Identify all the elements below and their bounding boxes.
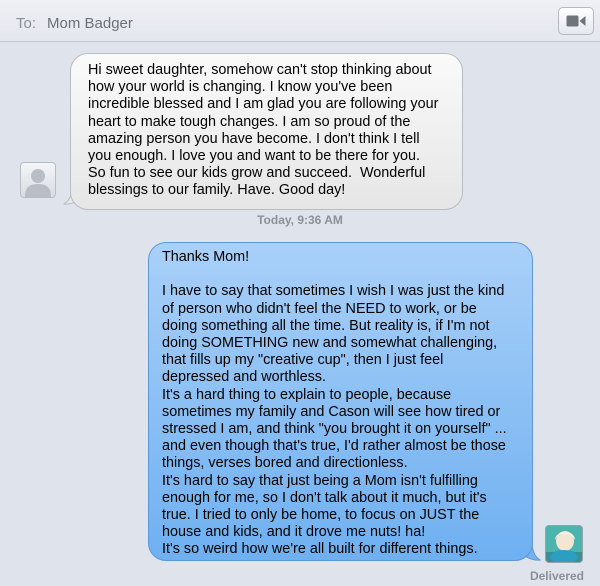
conversation-header: To: Mom Badger bbox=[0, 0, 600, 42]
outgoing-message-bubble[interactable]: Thanks Mom! I have to say that sometimes… bbox=[148, 242, 533, 561]
user-avatar bbox=[545, 525, 583, 563]
sender-avatar bbox=[20, 162, 56, 198]
message-thread[interactable]: Hi sweet daughter, somehow can't stop th… bbox=[0, 42, 600, 586]
outgoing-message-text: Thanks Mom! I have to say that sometimes… bbox=[162, 249, 507, 558]
delivery-status: Delivered bbox=[529, 569, 584, 583]
video-camera-icon bbox=[566, 15, 586, 27]
to-label: To: bbox=[16, 15, 37, 32]
recipient-name[interactable]: Mom Badger bbox=[47, 15, 133, 32]
video-call-button[interactable] bbox=[558, 7, 594, 35]
message-timestamp: Today, 9:36 AM bbox=[257, 213, 343, 227]
incoming-message-bubble[interactable]: Hi sweet daughter, somehow can't stop th… bbox=[70, 53, 463, 210]
default-person-icon bbox=[25, 169, 51, 197]
incoming-message-text: Hi sweet daughter, somehow can't stop th… bbox=[88, 62, 439, 199]
user-photo-avatar bbox=[546, 526, 582, 562]
